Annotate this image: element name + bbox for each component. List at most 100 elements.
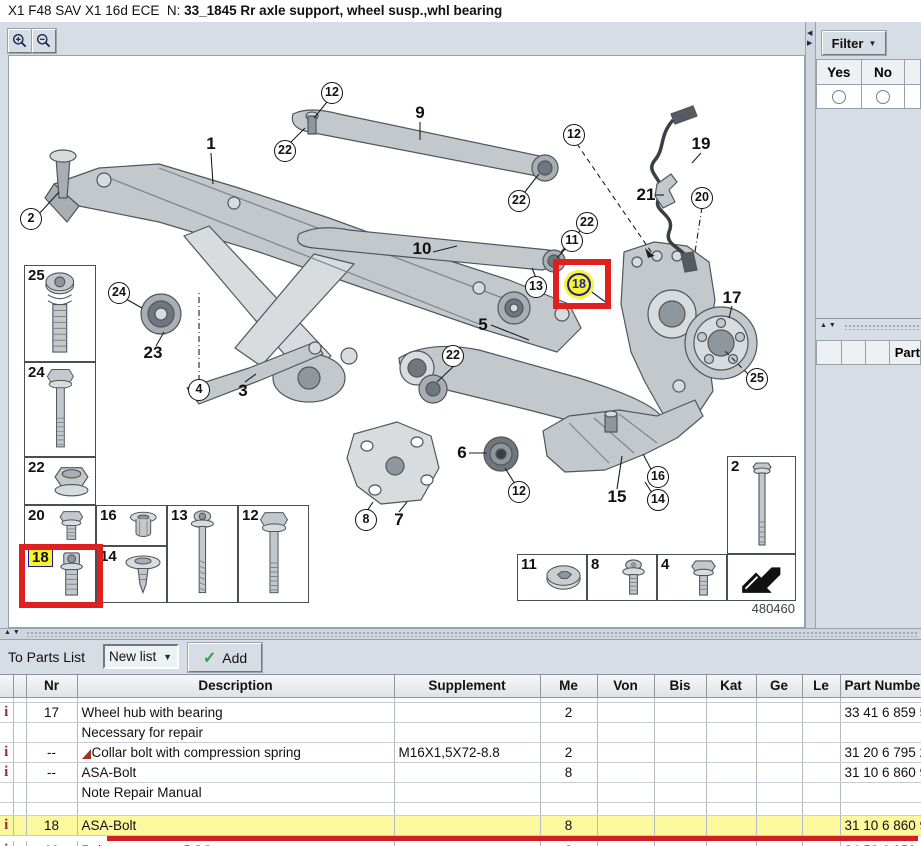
- part-box-13[interactable]: 13: [167, 505, 238, 603]
- callout-14[interactable]: 14: [647, 489, 669, 511]
- splitter-arrows-icon[interactable]: ▲▼: [4, 629, 22, 636]
- callout-6[interactable]: 6: [449, 443, 475, 463]
- callout-12[interactable]: 12: [563, 124, 585, 146]
- callout-5[interactable]: 5: [470, 315, 496, 335]
- parts-row-18[interactable]: i 18ASA-Bolt 8 31 10 6 860 974: [0, 815, 921, 836]
- horizontal-splitter[interactable]: ▲▼: [0, 628, 921, 640]
- cell-kat: [706, 722, 757, 743]
- parts-list-dropdown[interactable]: New list ▼: [103, 644, 179, 669]
- callout-22[interactable]: 22: [508, 190, 530, 212]
- callout-7[interactable]: 7: [386, 510, 412, 530]
- info-icon[interactable]: i: [4, 704, 8, 720]
- col-header-Description: Description: [77, 675, 395, 698]
- part-box-25[interactable]: 25: [24, 265, 96, 362]
- cell-ge: [756, 742, 803, 763]
- parts-row---[interactable]: i --ASA-Bolt 8 31 10 6 860 974: [0, 762, 921, 783]
- part-box-label: 20: [28, 507, 45, 524]
- collapse-left-icon[interactable]: ◀: [807, 30, 815, 38]
- callout-22[interactable]: 22: [274, 140, 296, 162]
- callout-3[interactable]: 3: [230, 381, 256, 401]
- cell-kat: [706, 762, 757, 783]
- part-box-label: 22: [28, 459, 45, 476]
- callout-2[interactable]: 2: [20, 208, 42, 230]
- parts-row---[interactable]: i -- Collar bolt with compression spring M1…: [0, 742, 921, 763]
- part-box-20[interactable]: 20: [24, 505, 96, 546]
- cell-part_number: 33 41 6 859 547: [840, 702, 921, 723]
- zoom-in-button[interactable]: [8, 29, 32, 53]
- callout-22[interactable]: 22: [442, 345, 464, 367]
- part-box-12[interactable]: 12: [238, 505, 309, 603]
- cell-von: [597, 742, 655, 763]
- parts-table: Nr Description Supplement Me Von Bis Kat Ge Le Pa…: [0, 674, 921, 846]
- etk-app-window: X1 F48 SAV X1 16d ECE N: 33_1845 Rr axle…: [0, 0, 921, 846]
- parts-row-19[interactable]: i 19Pulse generator, DSC rear 2 34 52 6 858…: [0, 840, 921, 846]
- part-box-8[interactable]: 8: [587, 554, 657, 601]
- callout-15[interactable]: 15: [604, 487, 630, 507]
- callout-22[interactable]: 22: [576, 212, 598, 234]
- cell-kat: [706, 840, 757, 846]
- filter-yes-radio[interactable]: [831, 90, 846, 105]
- part-box-label: 12: [242, 507, 259, 524]
- callout-21[interactable]: 21: [633, 185, 659, 205]
- callout-23[interactable]: 23: [140, 343, 166, 363]
- section-title: 33_1845 Rr axle support, wheel susp.,whl…: [184, 3, 503, 18]
- part-box-arrow[interactable]: [727, 554, 796, 601]
- callout-4[interactable]: 4: [188, 379, 210, 401]
- cell-kat: [706, 702, 757, 723]
- part-box-16[interactable]: 16: [96, 505, 167, 546]
- callout-12[interactable]: 12: [508, 481, 530, 503]
- callout-10[interactable]: 10: [409, 239, 435, 259]
- n-label: N:: [166, 3, 181, 18]
- cell-part_number: [840, 722, 921, 743]
- cell-blank: [13, 840, 27, 846]
- part-box-4[interactable]: 4: [657, 554, 727, 601]
- parts-row[interactable]: Necessary for repair: [0, 722, 921, 743]
- panel-col-1: [816, 340, 842, 365]
- cell-nr: 18: [26, 815, 78, 836]
- callout-11[interactable]: 11: [561, 230, 583, 252]
- add-button-label: Add: [222, 649, 248, 666]
- part-box-2[interactable]: 2: [727, 456, 796, 554]
- callout-19[interactable]: 19: [688, 134, 714, 154]
- col-header-Supplement: Supplement: [394, 675, 541, 698]
- col-header-Kat: Kat: [706, 675, 757, 698]
- part-box-24[interactable]: 24: [24, 362, 96, 457]
- callout-8[interactable]: 8: [355, 509, 377, 531]
- parts-row[interactable]: Note Repair Manual: [0, 782, 921, 803]
- panel-splitter[interactable]: ▲▼: [816, 322, 921, 332]
- callout-13[interactable]: 13: [525, 276, 547, 298]
- filter-button[interactable]: Filter ▼: [822, 31, 886, 55]
- callout-9[interactable]: 9: [407, 103, 433, 123]
- cell-nr: 17: [26, 702, 78, 723]
- collapse-right-icon[interactable]: ▶: [807, 40, 815, 48]
- info-icon[interactable]: i: [4, 764, 8, 780]
- callout-1[interactable]: 1: [198, 134, 224, 154]
- zoom-out-button[interactable]: [32, 29, 56, 53]
- add-button[interactable]: ✓ Add: [188, 643, 262, 672]
- vertical-splitter[interactable]: ◀ ▶: [805, 22, 816, 628]
- splitter-arrows-icon[interactable]: ▲▼: [820, 322, 838, 329]
- callout-17[interactable]: 17: [719, 288, 745, 308]
- filter-no-radio[interactable]: [875, 90, 890, 105]
- cell-supplement: [394, 840, 541, 846]
- panel-col-2: [840, 340, 866, 365]
- cell-von: [597, 815, 655, 836]
- callout-20[interactable]: 20: [691, 187, 713, 209]
- info-icon[interactable]: i: [4, 744, 8, 760]
- cell-info: i: [0, 742, 14, 763]
- screw-washer-icon: [614, 558, 653, 597]
- part-box-11[interactable]: 11: [517, 554, 587, 601]
- info-icon[interactable]: i: [4, 842, 8, 846]
- bolt-mid-icon: [684, 558, 723, 597]
- info-icon[interactable]: i: [4, 817, 8, 833]
- callout-16[interactable]: 16: [647, 466, 669, 488]
- check-icon: ✓: [202, 649, 217, 667]
- callout-12[interactable]: 12: [321, 82, 343, 104]
- callout-25[interactable]: 25: [746, 368, 768, 390]
- part-box-14[interactable]: 14: [96, 546, 167, 603]
- part-box-22[interactable]: 22: [24, 457, 96, 505]
- parts-row-17[interactable]: i 17Wheel hub with bearing 2 33 41 6 859 54…: [0, 702, 921, 723]
- cell-part_number: 31 10 6 860 974: [840, 762, 921, 783]
- cell-description: ASA-Bolt: [77, 762, 395, 783]
- callout-24[interactable]: 24: [108, 282, 130, 304]
